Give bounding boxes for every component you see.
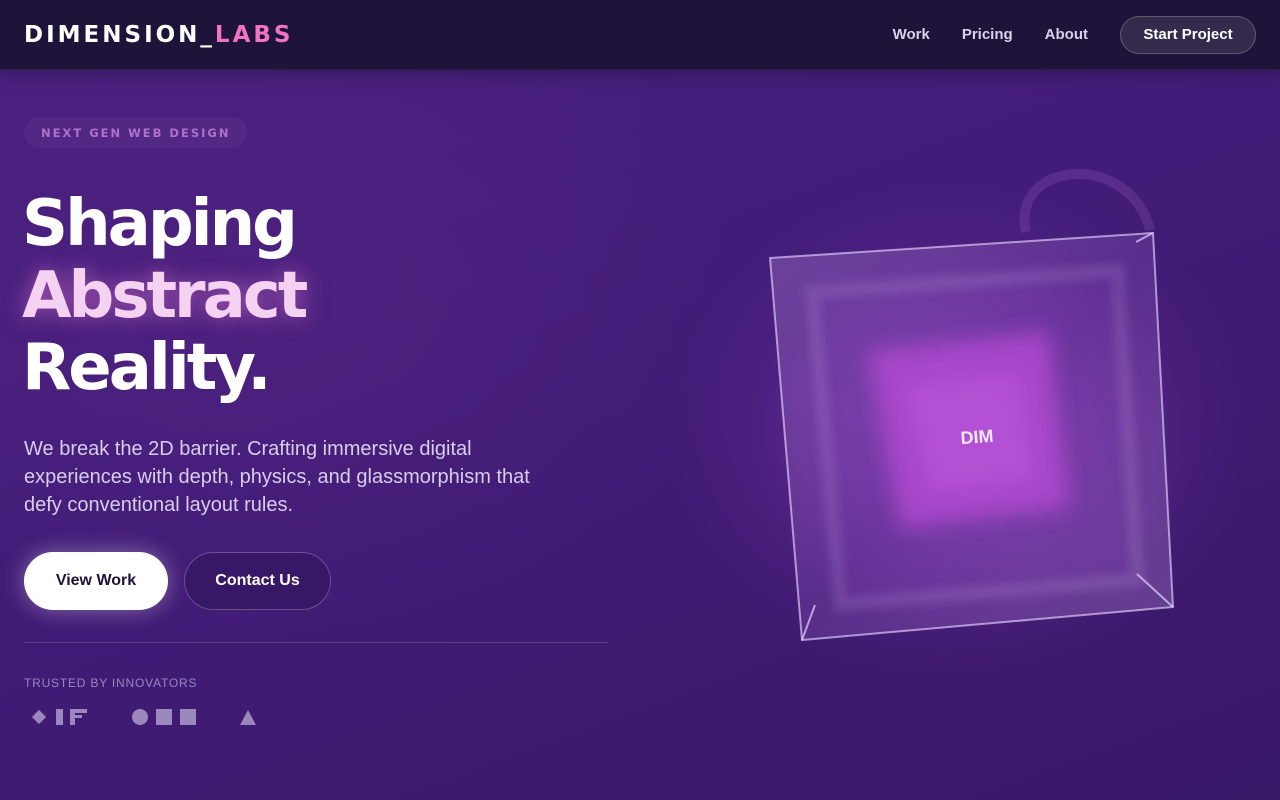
headline-line-1: Shaping [22, 187, 298, 261]
triangle-icon [240, 710, 256, 725]
trusted-label: TRUSTED BY INNOVATORS [24, 676, 198, 690]
f-letter-mid-icon [70, 715, 82, 718]
contact-us-button[interactable]: Contact Us [184, 552, 331, 610]
circle-icon [132, 709, 148, 725]
nav-link-about[interactable]: About [1045, 26, 1088, 43]
logo-text-main: DIMENSION [24, 21, 201, 48]
f-letter-top-icon [70, 709, 87, 713]
nav-link-pricing[interactable]: Pricing [962, 26, 1013, 43]
brand-logo[interactable]: DIMENSION _ LABS [24, 22, 293, 48]
headline-line-3: Reality. [22, 331, 272, 405]
nav-link-work[interactable]: Work [893, 26, 930, 43]
hero-headline: Shaping Abstract Reality. [22, 187, 308, 405]
logo-text-accent: LABS [214, 21, 294, 48]
glass-cube-illustration: DIM [700, 140, 1220, 680]
bar-icon [56, 709, 63, 725]
view-work-button[interactable]: View Work [24, 552, 168, 610]
main-nav: Work Pricing About Start Project [893, 15, 1256, 54]
hero-description: We break the 2D barrier. Crafting immers… [24, 438, 530, 516]
section-divider [24, 642, 608, 643]
navbar: DIMENSION _ LABS Work Pricing About Start … [0, 0, 1280, 70]
start-project-button[interactable]: Start Project [1120, 15, 1256, 54]
cube-svg: DIM [768, 168, 1175, 642]
logo-text-separator: _ [200, 21, 215, 48]
hero-badge: NEXT GEN WEB DESIGN [24, 117, 248, 148]
square-icon [180, 709, 196, 725]
background-ring [1019, 168, 1155, 234]
square-icon [156, 709, 172, 725]
cube-label: DIM [960, 426, 994, 448]
headline-line-2-accent: Abstract [22, 259, 308, 333]
